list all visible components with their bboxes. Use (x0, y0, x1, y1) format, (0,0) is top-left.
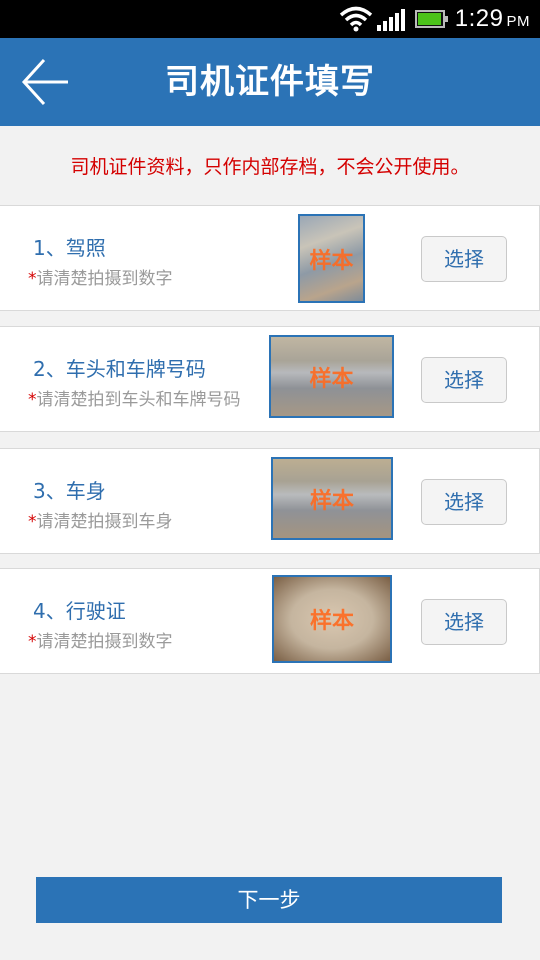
back-arrow-icon[interactable] (18, 56, 72, 108)
item-hint: *请清楚拍摄到数字 (28, 632, 173, 652)
sample-image-car-front: 样本 (269, 335, 394, 418)
status-clock: 1:29 PM (454, 5, 530, 32)
signal-icon (376, 7, 407, 31)
sample-watermark: 样本 (309, 488, 354, 514)
item-hint: *请清楚拍到车头和车牌号码 (28, 390, 241, 410)
privacy-notice: 司机证件资料，只作内部存档，不会公开使用。 (70, 156, 470, 178)
page-title: 司机证件填写 (165, 62, 375, 102)
item-title: 4、行驶证 (33, 599, 126, 623)
sample-image-vehicle-license: 样本 (272, 575, 392, 663)
battery-icon (414, 10, 448, 28)
wifi-icon (339, 6, 372, 32)
sample-watermark: 样本 (309, 609, 354, 634)
select-button[interactable]: 选择 (421, 236, 507, 282)
sample-image-driver-license: 样本 (298, 214, 365, 303)
item-title: 3、车身 (33, 479, 106, 503)
upload-item-car-body: 3、车身 *请清楚拍摄到车身 样本 选择 (0, 448, 540, 554)
select-button[interactable]: 选择 (421, 357, 507, 403)
select-button[interactable]: 选择 (421, 479, 507, 525)
sample-watermark: 样本 (309, 248, 354, 274)
status-bar: 1:29 PM (0, 0, 540, 38)
item-hint: *请清楚拍摄到数字 (28, 269, 173, 289)
item-title: 1、驾照 (33, 236, 106, 260)
upload-item-vehicle-license: 4、行驶证 *请清楚拍摄到数字 样本 选择 (0, 568, 540, 674)
upload-item-car-front: 2、车头和车牌号码 *请清楚拍到车头和车牌号码 样本 选择 (0, 326, 540, 432)
sample-image-car-body: 样本 (271, 457, 393, 540)
select-button[interactable]: 选择 (421, 599, 507, 645)
app-bar: 司机证件填写 (0, 38, 540, 126)
item-hint: *请清楚拍摄到车身 (28, 512, 173, 532)
upload-item-driver-license: 1、驾照 *请清楚拍摄到数字 样本 选择 (0, 205, 540, 311)
sample-watermark: 样本 (309, 366, 354, 392)
item-title: 2、车头和车牌号码 (33, 357, 206, 381)
next-step-button[interactable]: 下一步 (36, 877, 502, 923)
